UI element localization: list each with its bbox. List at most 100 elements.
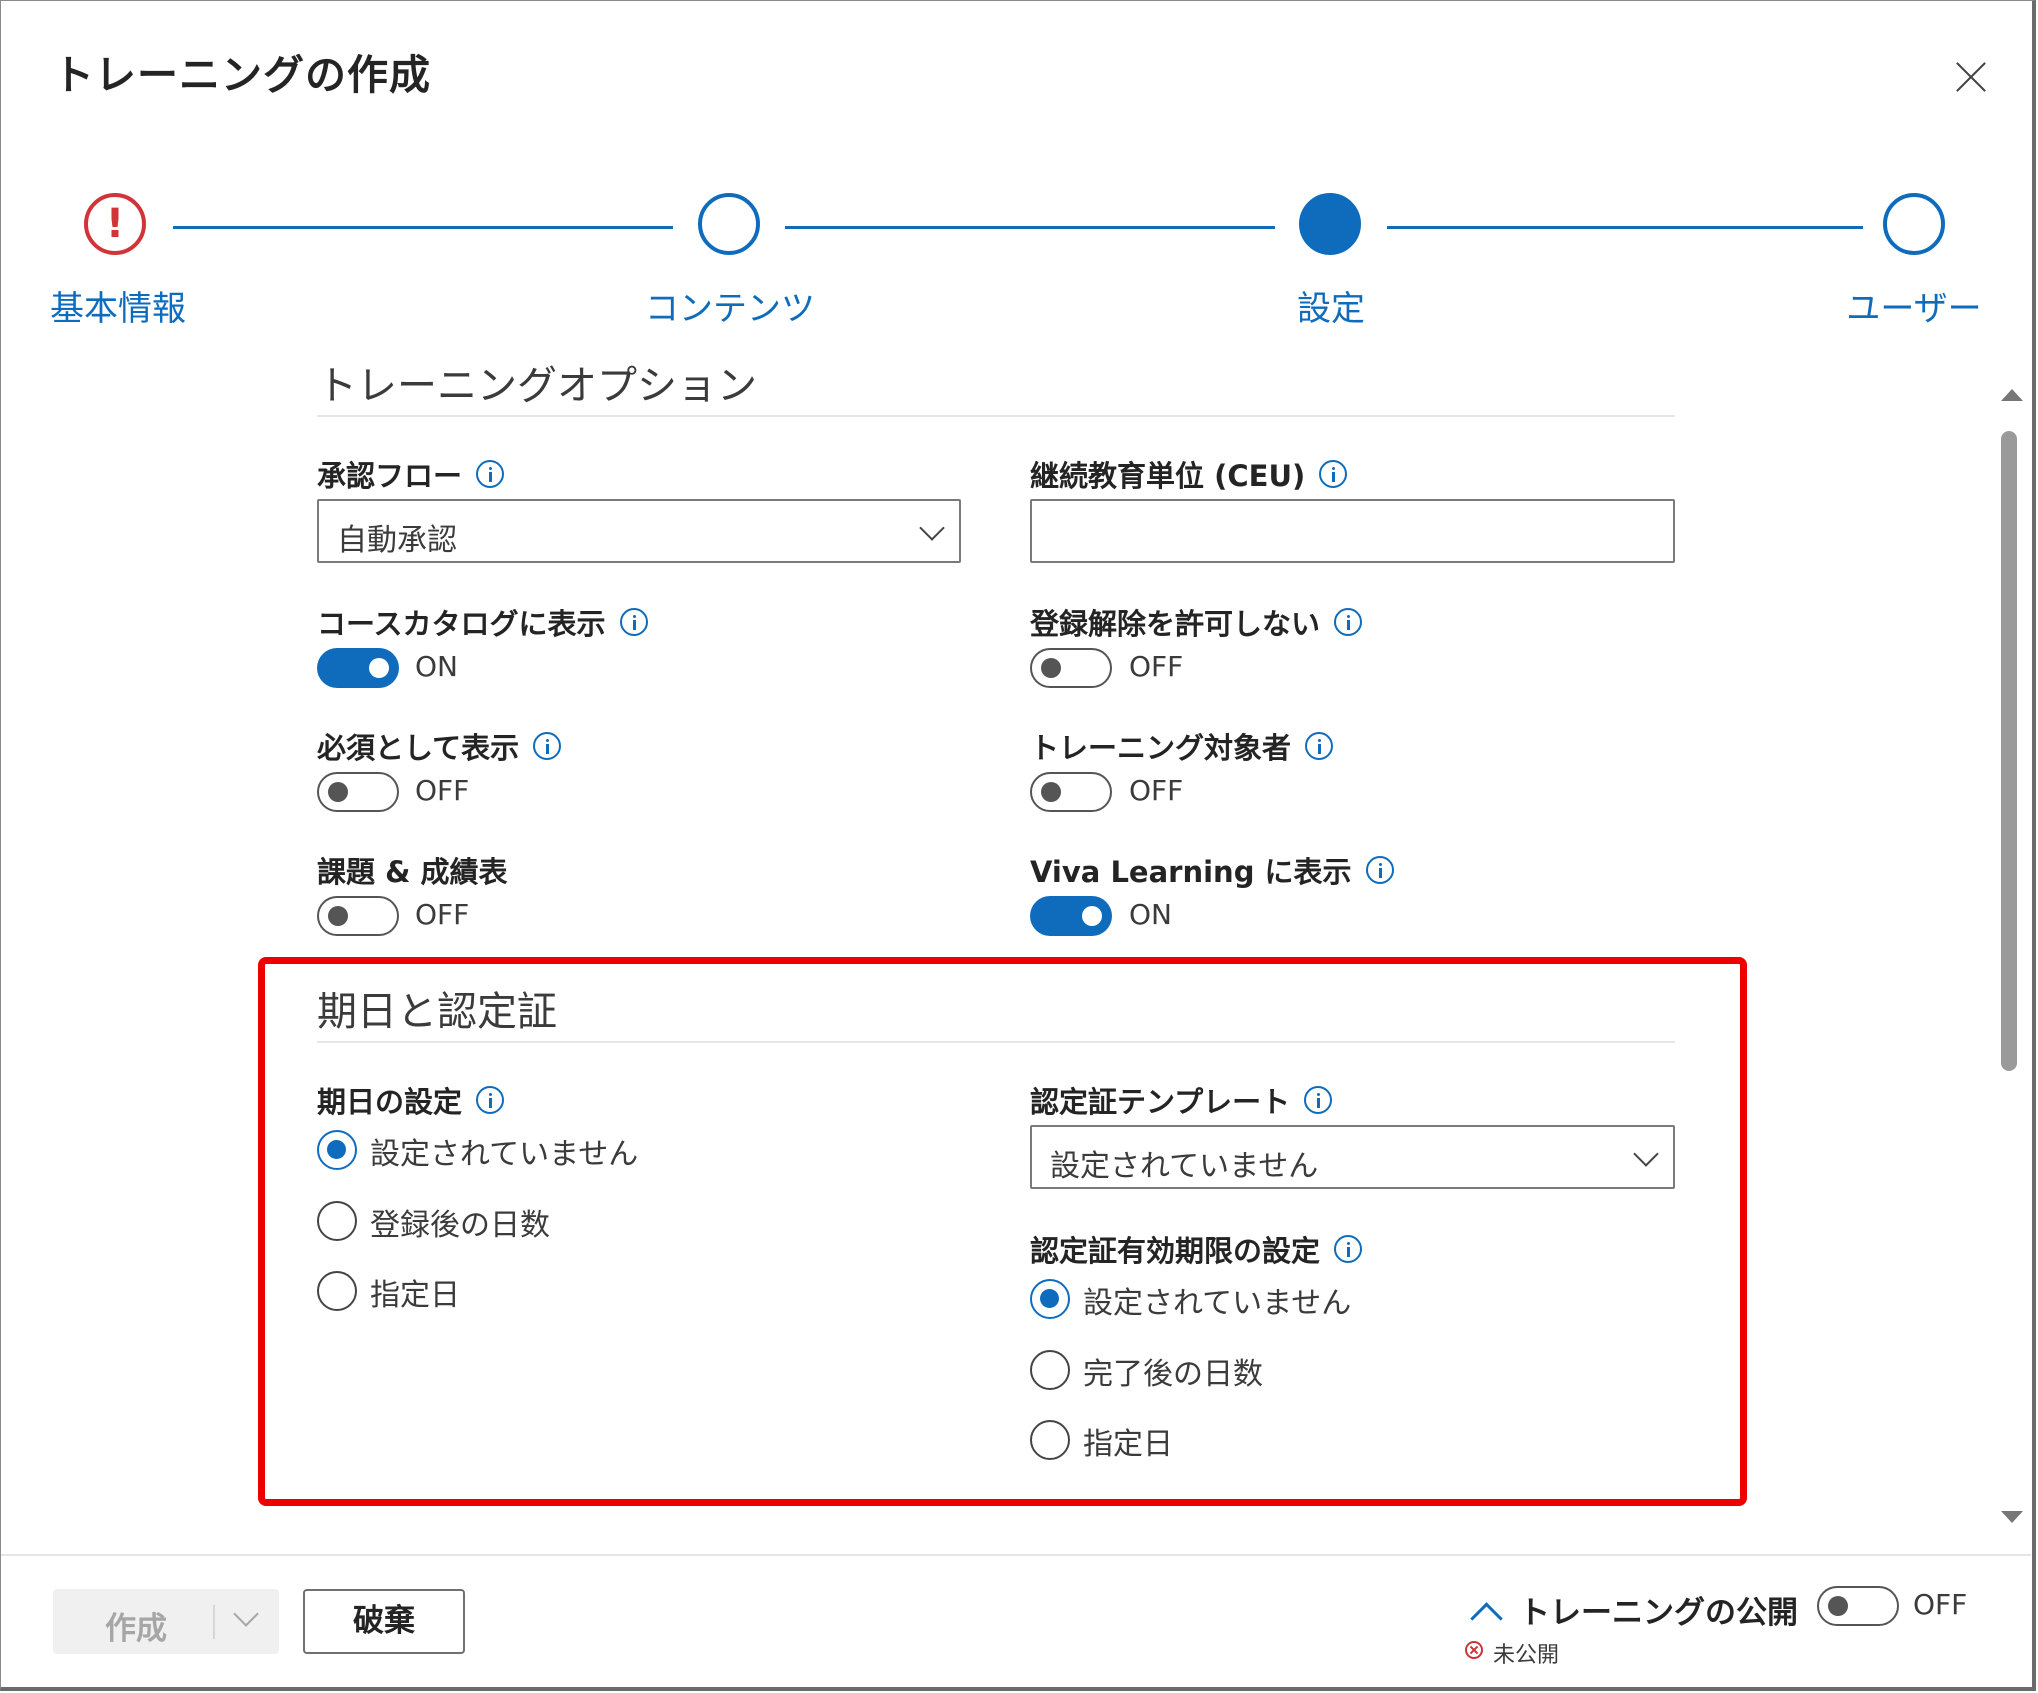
due-date-text: 期日の設定 xyxy=(317,1085,463,1119)
approval-flow-label: 承認フロー xyxy=(317,453,505,495)
info-icon[interactable] xyxy=(533,732,562,760)
info-icon[interactable] xyxy=(1304,1086,1333,1114)
cert-expiry-text: 認定証有効期限の設定 xyxy=(1030,1234,1321,1268)
info-icon[interactable] xyxy=(1365,856,1394,884)
info-icon[interactable] xyxy=(1319,460,1348,488)
close-icon[interactable] xyxy=(1949,55,1993,99)
scroll-thumb[interactable] xyxy=(2001,431,2017,1071)
toggle-knob xyxy=(328,906,348,926)
due-date-radio-not-set[interactable] xyxy=(317,1130,357,1170)
disallow-unenroll-label: 登録解除を許可しない xyxy=(1030,601,1363,643)
step-users-label[interactable]: ユーザー xyxy=(1846,281,1981,330)
cert-expiry-radio-not-set[interactable] xyxy=(1030,1279,1070,1319)
cert-expiry-option-label: 完了後の日数 xyxy=(1083,1357,1263,1392)
info-icon[interactable] xyxy=(476,1086,505,1114)
info-icon[interactable] xyxy=(619,608,648,636)
show-in-catalog-label: コースカタログに表示 xyxy=(317,601,648,643)
cert-expiry-radio-days-after-complete[interactable] xyxy=(1030,1350,1070,1390)
cert-template-text: 認定証テンプレート xyxy=(1030,1085,1291,1119)
split-divider xyxy=(213,1605,215,1639)
publish-state: OFF xyxy=(1913,1588,1968,1621)
cert-template-dropdown[interactable]: 設定されていません xyxy=(1030,1125,1675,1189)
due-date-radio-days-after-enroll[interactable] xyxy=(317,1201,357,1241)
step-content-icon[interactable] xyxy=(698,193,760,255)
step-connector xyxy=(1387,226,1863,229)
show-as-required-text: 必須として表示 xyxy=(317,731,520,765)
section-title-due-cert: 期日と認定証 xyxy=(317,989,557,1035)
audience-state: OFF xyxy=(1129,774,1184,807)
disallow-unenroll-text: 登録解除を許可しない xyxy=(1030,607,1321,641)
toggle-knob xyxy=(1041,782,1061,802)
step-content-label[interactable]: コンテンツ xyxy=(645,281,815,330)
assignments-state: OFF xyxy=(415,898,470,931)
toggle-knob xyxy=(328,782,348,802)
create-button[interactable]: 作成 xyxy=(53,1589,279,1654)
due-date-radio-specific-date[interactable] xyxy=(317,1271,357,1311)
step-connector xyxy=(173,226,673,229)
step-settings-label[interactable]: 設定 xyxy=(1297,281,1365,330)
show-in-catalog-state: ON xyxy=(415,650,458,683)
info-icon[interactable] xyxy=(1334,1235,1363,1263)
show-in-catalog-text: コースカタログに表示 xyxy=(317,607,606,641)
approval-flow-dropdown[interactable]: 自動承認 xyxy=(317,499,961,563)
dialog-title: トレーニングの作成 xyxy=(53,51,431,99)
publish-status: 未公開 xyxy=(1493,1643,1560,1668)
viva-toggle[interactable] xyxy=(1030,896,1112,936)
scroll-up-icon[interactable] xyxy=(2001,389,2023,401)
scroll-down-icon[interactable] xyxy=(2001,1511,2023,1523)
due-date-option-label: 指定日 xyxy=(370,1278,460,1313)
ceu-input[interactable] xyxy=(1030,499,1675,563)
due-date-option-label: 登録後の日数 xyxy=(370,1208,550,1243)
create-button-label: 作成 xyxy=(105,1611,167,1647)
toggle-knob xyxy=(1082,906,1102,926)
show-as-required-toggle[interactable] xyxy=(317,772,399,812)
step-users-icon[interactable] xyxy=(1883,193,1945,255)
approval-flow-value: 自動承認 xyxy=(337,523,457,558)
discard-button[interactable]: 破棄 xyxy=(303,1589,465,1654)
cert-template-value: 設定されていません xyxy=(1050,1149,1319,1184)
audience-text: トレーニング対象者 xyxy=(1030,731,1292,765)
toggle-knob xyxy=(1041,658,1061,678)
step-settings-icon[interactable] xyxy=(1299,193,1361,255)
publish-toggle[interactable] xyxy=(1817,1586,1899,1626)
show-as-required-label: 必須として表示 xyxy=(317,725,562,767)
info-icon[interactable] xyxy=(1305,732,1334,760)
toggle-knob xyxy=(1828,1596,1848,1616)
disallow-unenroll-toggle[interactable] xyxy=(1030,648,1112,688)
step-basic-info-label[interactable]: 基本情報 xyxy=(50,281,186,330)
viva-state: ON xyxy=(1129,898,1172,931)
show-in-catalog-toggle[interactable] xyxy=(317,648,399,688)
assignments-label: 課題 & 成績表 xyxy=(317,849,507,891)
step-basic-info-error-icon[interactable]: ! xyxy=(84,193,146,255)
step-connector xyxy=(785,226,1275,229)
chevron-down-icon[interactable] xyxy=(233,1601,259,1627)
cert-template-label: 認定証テンプレート xyxy=(1030,1079,1333,1121)
viva-text: Viva Learning に表示 xyxy=(1030,855,1352,889)
viva-label: Viva Learning に表示 xyxy=(1030,849,1394,891)
info-icon[interactable] xyxy=(476,460,505,488)
assignments-text: 課題 & 成績表 xyxy=(317,855,508,889)
section-divider xyxy=(317,1041,1675,1043)
vertical-scrollbar[interactable] xyxy=(1997,381,2023,1531)
footer-divider xyxy=(1,1554,2031,1556)
chevron-down-icon xyxy=(1633,1141,1659,1167)
publish-label: トレーニングの公開 xyxy=(1519,1595,1798,1631)
audience-label: トレーニング対象者 xyxy=(1030,725,1334,767)
due-date-option-label: 設定されていません xyxy=(370,1137,639,1172)
show-as-required-state: OFF xyxy=(415,774,470,807)
dialog: トレーニングの作成 ! 基本情報 コンテンツ 設定 ユーザー トレーニングオプシ… xyxy=(0,0,2036,1691)
section-title-training-options: トレーニングオプション xyxy=(317,363,757,409)
info-icon[interactable] xyxy=(1334,608,1363,636)
section-divider xyxy=(317,415,1675,417)
assignments-toggle[interactable] xyxy=(317,896,399,936)
ceu-label: 継続教育単位 (CEU) xyxy=(1030,453,1348,495)
approval-flow-text: 承認フロー xyxy=(317,459,463,493)
chevron-up-icon[interactable] xyxy=(1470,1602,1503,1635)
audience-toggle[interactable] xyxy=(1030,772,1112,812)
cert-expiry-radio-specific-date[interactable] xyxy=(1030,1420,1070,1460)
cert-expiry-option-label: 設定されていません xyxy=(1083,1286,1352,1321)
toggle-knob xyxy=(369,658,389,678)
due-date-label: 期日の設定 xyxy=(317,1079,505,1121)
unpublished-error-icon xyxy=(1465,1641,1483,1659)
cert-expiry-option-label: 指定日 xyxy=(1083,1427,1173,1462)
